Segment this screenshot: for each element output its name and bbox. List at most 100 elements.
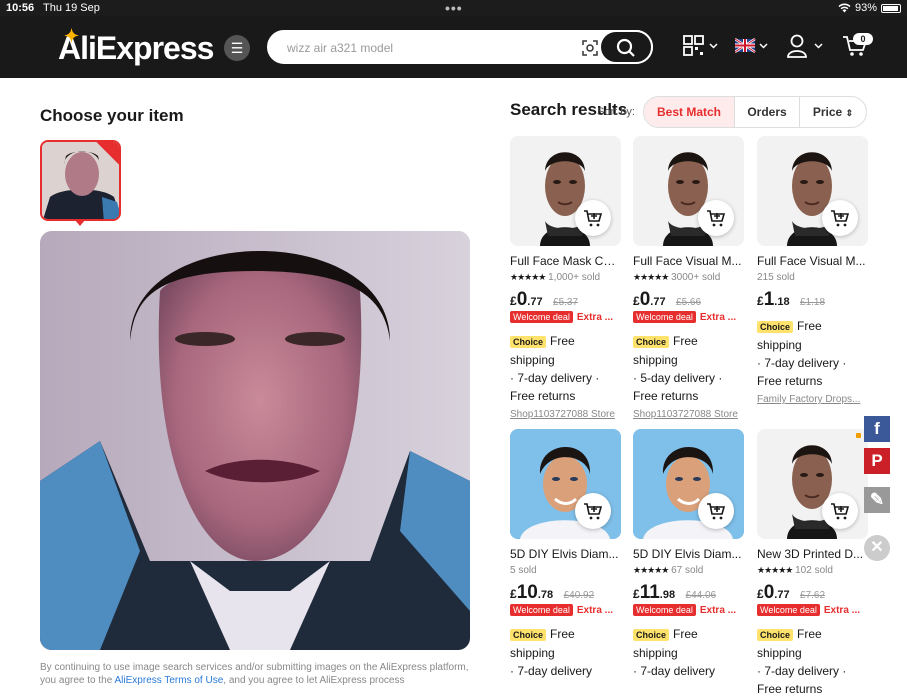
terms-of-use-link[interactable]: AliExpress Terms of Use xyxy=(115,675,224,686)
product-price: £0.77 £5.37 xyxy=(510,289,579,310)
original-price: £1.18 xyxy=(800,297,826,308)
product-card[interactable]: Full Face Mask Cel... ★★★★★ 1,000+ sold … xyxy=(510,136,621,420)
sort-price[interactable]: Price ⇕ xyxy=(799,97,866,127)
product-rating: 5 sold xyxy=(510,565,621,578)
product-image-frame[interactable] xyxy=(633,136,744,246)
shipping-info: Choice Free shipping · 7-day delivery · Fre… xyxy=(757,625,868,698)
rating-stars-icon: ★★★★★ xyxy=(633,565,669,575)
delivery-text: · 7-day delivery · xyxy=(757,664,847,678)
product-title[interactable]: 5D DIY Elvis Diam... xyxy=(510,547,621,562)
sold-count: 1,000+ sold xyxy=(548,272,601,283)
add-to-cart-button[interactable] xyxy=(698,200,734,236)
extra-deal-text: Extra ... xyxy=(576,312,614,323)
battery-icon xyxy=(881,3,901,13)
delivery-text: · 7-day delivery xyxy=(633,664,716,678)
sort-best-match[interactable]: Best Match xyxy=(644,97,734,127)
sold-count: 67 sold xyxy=(671,565,704,576)
search-icon xyxy=(616,38,635,57)
deal-row: Welcome deal Extra ... xyxy=(510,311,621,326)
product-title[interactable]: Full Face Mask Cel... xyxy=(510,254,621,269)
qr-code-icon[interactable] xyxy=(683,34,719,58)
store-link[interactable]: Shop1103727088 Store xyxy=(633,409,744,420)
wifi-icon xyxy=(838,3,851,13)
store-link[interactable]: Family Factory Drops... xyxy=(757,394,868,405)
close-share-icon[interactable]: ✕ xyxy=(864,535,890,561)
uploaded-photo-preview[interactable] xyxy=(40,231,470,650)
product-title[interactable]: Full Face Visual M... xyxy=(757,254,868,269)
sort-orders[interactable]: Orders xyxy=(734,97,799,127)
original-price: £44.06 xyxy=(685,590,717,601)
add-to-cart-icon xyxy=(831,210,850,227)
product-image-frame[interactable] xyxy=(757,429,868,539)
search-bar xyxy=(267,30,653,64)
product-card[interactable]: New 3D Printed D... ★★★★★ 102 sold £0.77… xyxy=(757,429,868,698)
product-image-frame[interactable] xyxy=(633,429,744,539)
extra-deal-text: Extra ... xyxy=(823,605,861,616)
rating-stars-icon: ★★★★★ xyxy=(633,272,669,282)
delivery-text: · 7-day delivery · xyxy=(510,371,600,385)
product-price: £11.98 £44.06 xyxy=(633,582,717,603)
sort-by-label: Sort by: xyxy=(597,106,635,118)
search-button[interactable] xyxy=(599,30,653,64)
choice-badge: Choice xyxy=(510,629,547,641)
edit-icon[interactable]: ✎ xyxy=(864,487,890,513)
product-rating: ★★★★★ 102 sold xyxy=(757,565,868,578)
terms-notice: By continuing to use image search servic… xyxy=(40,662,469,686)
product-rating: ★★★★★ 1,000+ sold xyxy=(510,272,621,285)
add-to-cart-icon xyxy=(831,503,850,520)
add-to-cart-icon xyxy=(584,210,603,227)
product-card[interactable]: 5D DIY Elvis Diam... ★★★★★ 67 sold £11.9… xyxy=(633,429,744,680)
aliexpress-logo[interactable]: ✦ AliExpress xyxy=(58,26,214,67)
add-to-cart-button[interactable] xyxy=(575,200,611,236)
add-to-cart-button[interactable] xyxy=(698,493,734,529)
welcome-deal-badge: Welcome deal xyxy=(633,311,696,323)
product-card[interactable]: Full Face Visual M... 215 sold £1.18 £1.… xyxy=(757,136,868,405)
deal-row: Welcome deal Extra ... xyxy=(510,604,621,619)
sort-options: Best Match Orders Price ⇕ xyxy=(643,96,867,128)
sort-arrows-icon: ⇕ xyxy=(845,108,854,118)
facebook-share-icon[interactable]: f xyxy=(864,416,890,442)
welcome-deal-badge: Welcome deal xyxy=(510,604,573,616)
extra-deal-text: Extra ... xyxy=(576,605,614,616)
product-rating: 215 sold xyxy=(757,272,868,285)
deal-row: Welcome deal Extra ... xyxy=(633,604,744,619)
uploaded-image-thumbnail[interactable] xyxy=(40,140,121,221)
product-title[interactable]: Full Face Visual M... xyxy=(633,254,744,269)
shipping-info: Choice Free shipping · 7-day delivery · Fre… xyxy=(757,317,868,390)
choice-badge: Choice xyxy=(633,336,670,348)
sold-count: 5 sold xyxy=(510,565,537,576)
logo-star-icon: ✦ xyxy=(64,26,79,46)
product-image-frame[interactable] xyxy=(510,429,621,539)
add-to-cart-button[interactable] xyxy=(575,493,611,529)
rating-stars-icon: ★★★★★ xyxy=(510,272,546,282)
search-input[interactable] xyxy=(287,38,567,58)
pinterest-share-icon[interactable]: P xyxy=(864,448,890,474)
categories-menu-button[interactable]: ☰ xyxy=(224,35,250,61)
add-to-cart-icon xyxy=(584,503,603,520)
product-card[interactable]: Full Face Visual M... ★★★★★ 3000+ sold £… xyxy=(633,136,744,420)
product-title[interactable]: New 3D Printed D... xyxy=(757,547,868,562)
product-card[interactable]: 5D DIY Elvis Diam... 5 sold £10.78 £40.9… xyxy=(510,429,621,680)
multitask-dots-icon[interactable]: ••• xyxy=(445,0,463,16)
product-price: £0.77 £7.62 xyxy=(757,582,826,603)
battery-percent: 93% xyxy=(854,2,877,14)
product-title[interactable]: 5D DIY Elvis Diam... xyxy=(633,547,744,562)
add-to-cart-icon xyxy=(707,503,726,520)
original-price: £5.66 xyxy=(676,297,702,308)
product-image-frame[interactable] xyxy=(510,136,621,246)
product-rating: ★★★★★ 67 sold xyxy=(633,565,744,578)
extra-deal-text: Extra ... xyxy=(699,312,737,323)
cart-count-badge: 0 xyxy=(853,33,873,45)
status-bar: 10:56 Thu 19 Sep ••• 93% xyxy=(0,0,907,16)
product-image-frame[interactable] xyxy=(757,136,868,246)
camera-search-icon[interactable] xyxy=(581,39,599,57)
choice-badge: Choice xyxy=(633,629,670,641)
status-battery-group: 93% xyxy=(838,2,901,14)
store-link[interactable]: Shop1103727088 Store xyxy=(510,409,621,420)
shipping-info: Choice Free shipping · 7-day delivery xyxy=(510,625,621,680)
add-to-cart-button[interactable] xyxy=(822,493,858,529)
uk-flag-language-icon[interactable] xyxy=(735,34,771,58)
add-to-cart-button[interactable] xyxy=(822,200,858,236)
account-icon[interactable] xyxy=(787,34,827,60)
shipping-info: Choice Free shipping · 5-day delivery · Fre… xyxy=(633,332,744,405)
